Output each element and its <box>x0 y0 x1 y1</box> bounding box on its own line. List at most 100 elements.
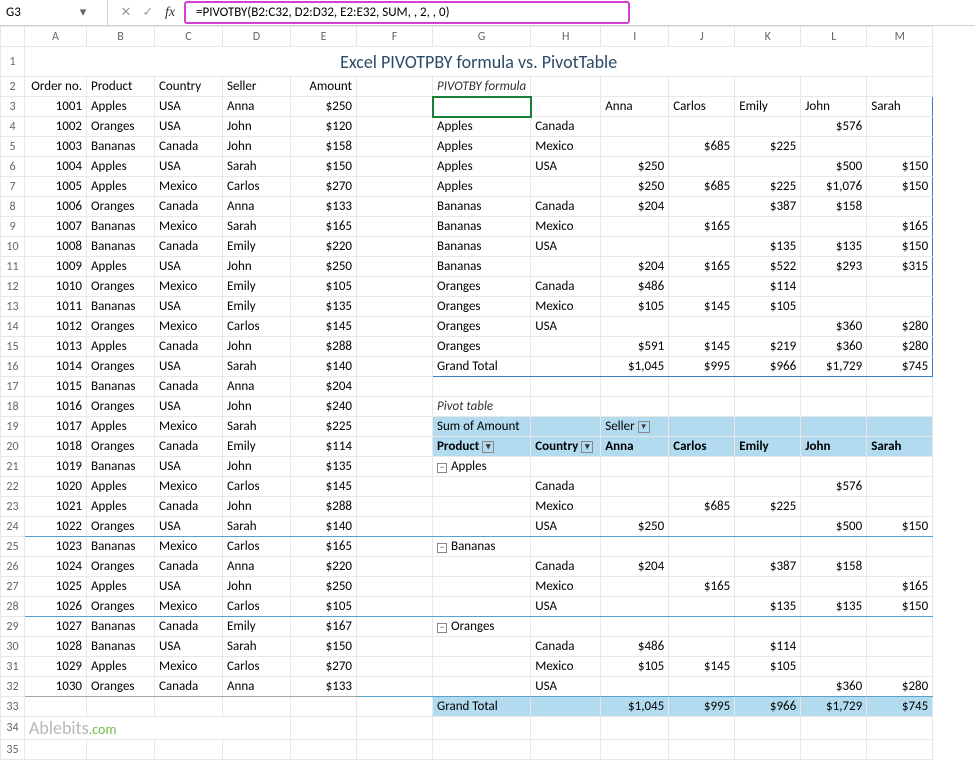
cell[interactable]: Apples <box>433 177 531 197</box>
cell[interactable]: 1010 <box>25 277 87 297</box>
cell[interactable]: $500 <box>801 157 867 177</box>
cell[interactable] <box>155 740 223 760</box>
cell[interactable]: $250 <box>291 97 357 117</box>
cell[interactable]: $288 <box>291 497 357 517</box>
cell[interactable] <box>867 277 933 297</box>
cell[interactable] <box>433 497 531 517</box>
cell[interactable]: $135 <box>801 597 867 617</box>
cell[interactable] <box>357 657 433 677</box>
pivottable-country-field[interactable]: Country▾ <box>531 437 601 457</box>
cell[interactable]: 1011 <box>25 297 87 317</box>
cell[interactable] <box>601 237 669 257</box>
pivottable-group-header[interactable]: −Oranges <box>433 617 531 637</box>
cell[interactable] <box>801 377 867 397</box>
cell[interactable]: Oranges <box>87 517 155 537</box>
cell[interactable]: $220 <box>291 237 357 257</box>
cell[interactable]: $1,045 <box>601 357 669 377</box>
cell[interactable]: $114 <box>291 437 357 457</box>
cell[interactable]: 1025 <box>25 577 87 597</box>
cell[interactable]: $576 <box>801 477 867 497</box>
cell[interactable]: $288 <box>291 337 357 357</box>
cell[interactable]: Emily <box>223 277 291 297</box>
cell[interactable] <box>735 417 801 437</box>
col-header-L[interactable]: L <box>801 27 867 47</box>
cell[interactable]: USA <box>531 237 601 257</box>
cell[interactable] <box>433 477 531 497</box>
cell[interactable] <box>601 117 669 137</box>
cell[interactable] <box>669 637 735 657</box>
cell[interactable]: $250 <box>601 157 669 177</box>
cell[interactable]: Oranges <box>433 277 531 297</box>
cell[interactable]: Apples <box>433 137 531 157</box>
cell[interactable]: Anna <box>223 97 291 117</box>
row-header[interactable]: 28 <box>1 597 25 617</box>
cell[interactable] <box>357 637 433 657</box>
cell[interactable]: John <box>223 577 291 597</box>
cell[interactable] <box>669 477 735 497</box>
cell[interactable]: USA <box>155 457 223 477</box>
cell[interactable]: Oranges <box>87 397 155 417</box>
cell[interactable]: Emily <box>223 237 291 257</box>
cell[interactable]: $360 <box>801 677 867 697</box>
cell[interactable]: Mexico <box>155 317 223 337</box>
cell[interactable] <box>223 697 291 717</box>
cell[interactable] <box>357 137 433 157</box>
cell[interactable] <box>433 597 531 617</box>
cell[interactable]: Oranges <box>87 437 155 457</box>
cell[interactable]: Apples <box>87 477 155 497</box>
cell[interactable] <box>735 397 801 417</box>
cell[interactable]: Oranges <box>433 337 531 357</box>
cell[interactable]: $135 <box>291 457 357 477</box>
cell[interactable] <box>531 177 601 197</box>
cell[interactable]: Oranges <box>87 317 155 337</box>
row-header[interactable]: 7 <box>1 177 25 197</box>
cell[interactable]: $150 <box>867 237 933 257</box>
cell[interactable]: Apples <box>433 157 531 177</box>
cell[interactable] <box>867 137 933 157</box>
cell[interactable]: 1017 <box>25 417 87 437</box>
fx-icon[interactable]: fx <box>160 3 180 23</box>
row-header[interactable]: 30 <box>1 637 25 657</box>
cell[interactable] <box>867 477 933 497</box>
cell[interactable]: Emily <box>223 617 291 637</box>
cell[interactable] <box>801 417 867 437</box>
cell[interactable]: $165 <box>867 217 933 237</box>
cell[interactable]: $133 <box>291 197 357 217</box>
cell[interactable]: Bananas <box>87 457 155 477</box>
cell[interactable] <box>801 740 867 760</box>
cell[interactable]: Mexico <box>155 597 223 617</box>
cell[interactable]: $145 <box>669 657 735 677</box>
cell[interactable]: $145 <box>291 317 357 337</box>
cell[interactable]: Apples <box>87 157 155 177</box>
cell[interactable] <box>357 697 433 717</box>
cell[interactable]: USA <box>155 97 223 117</box>
cell[interactable]: Apples <box>87 177 155 197</box>
cell[interactable]: Carlos <box>223 177 291 197</box>
cell[interactable]: 1027 <box>25 617 87 637</box>
col-header-H[interactable]: H <box>531 27 601 47</box>
cell[interactable]: 1002 <box>25 117 87 137</box>
cell[interactable]: Sarah <box>223 417 291 437</box>
cell[interactable]: 1007 <box>25 217 87 237</box>
cell[interactable]: 1014 <box>25 357 87 377</box>
cell[interactable]: USA <box>155 357 223 377</box>
cell[interactable] <box>735 217 801 237</box>
cell[interactable]: Mexico <box>155 177 223 197</box>
cell[interactable]: $150 <box>291 157 357 177</box>
cell[interactable]: $158 <box>801 557 867 577</box>
cell[interactable]: $105 <box>735 657 801 677</box>
cell[interactable]: $120 <box>291 117 357 137</box>
cell[interactable]: $966 <box>735 357 801 377</box>
cell[interactable]: $225 <box>735 497 801 517</box>
cell[interactable] <box>291 717 357 740</box>
cell[interactable]: $966 <box>735 697 801 717</box>
cell[interactable]: Canada <box>155 437 223 457</box>
cell[interactable]: Canada <box>155 557 223 577</box>
cell[interactable] <box>357 377 433 397</box>
cell[interactable]: 1004 <box>25 157 87 177</box>
cell[interactable] <box>801 137 867 157</box>
cell[interactable]: Oranges <box>87 197 155 217</box>
cell[interactable]: 1006 <box>25 197 87 217</box>
cell[interactable] <box>669 617 735 637</box>
cell[interactable]: $204 <box>601 197 669 217</box>
